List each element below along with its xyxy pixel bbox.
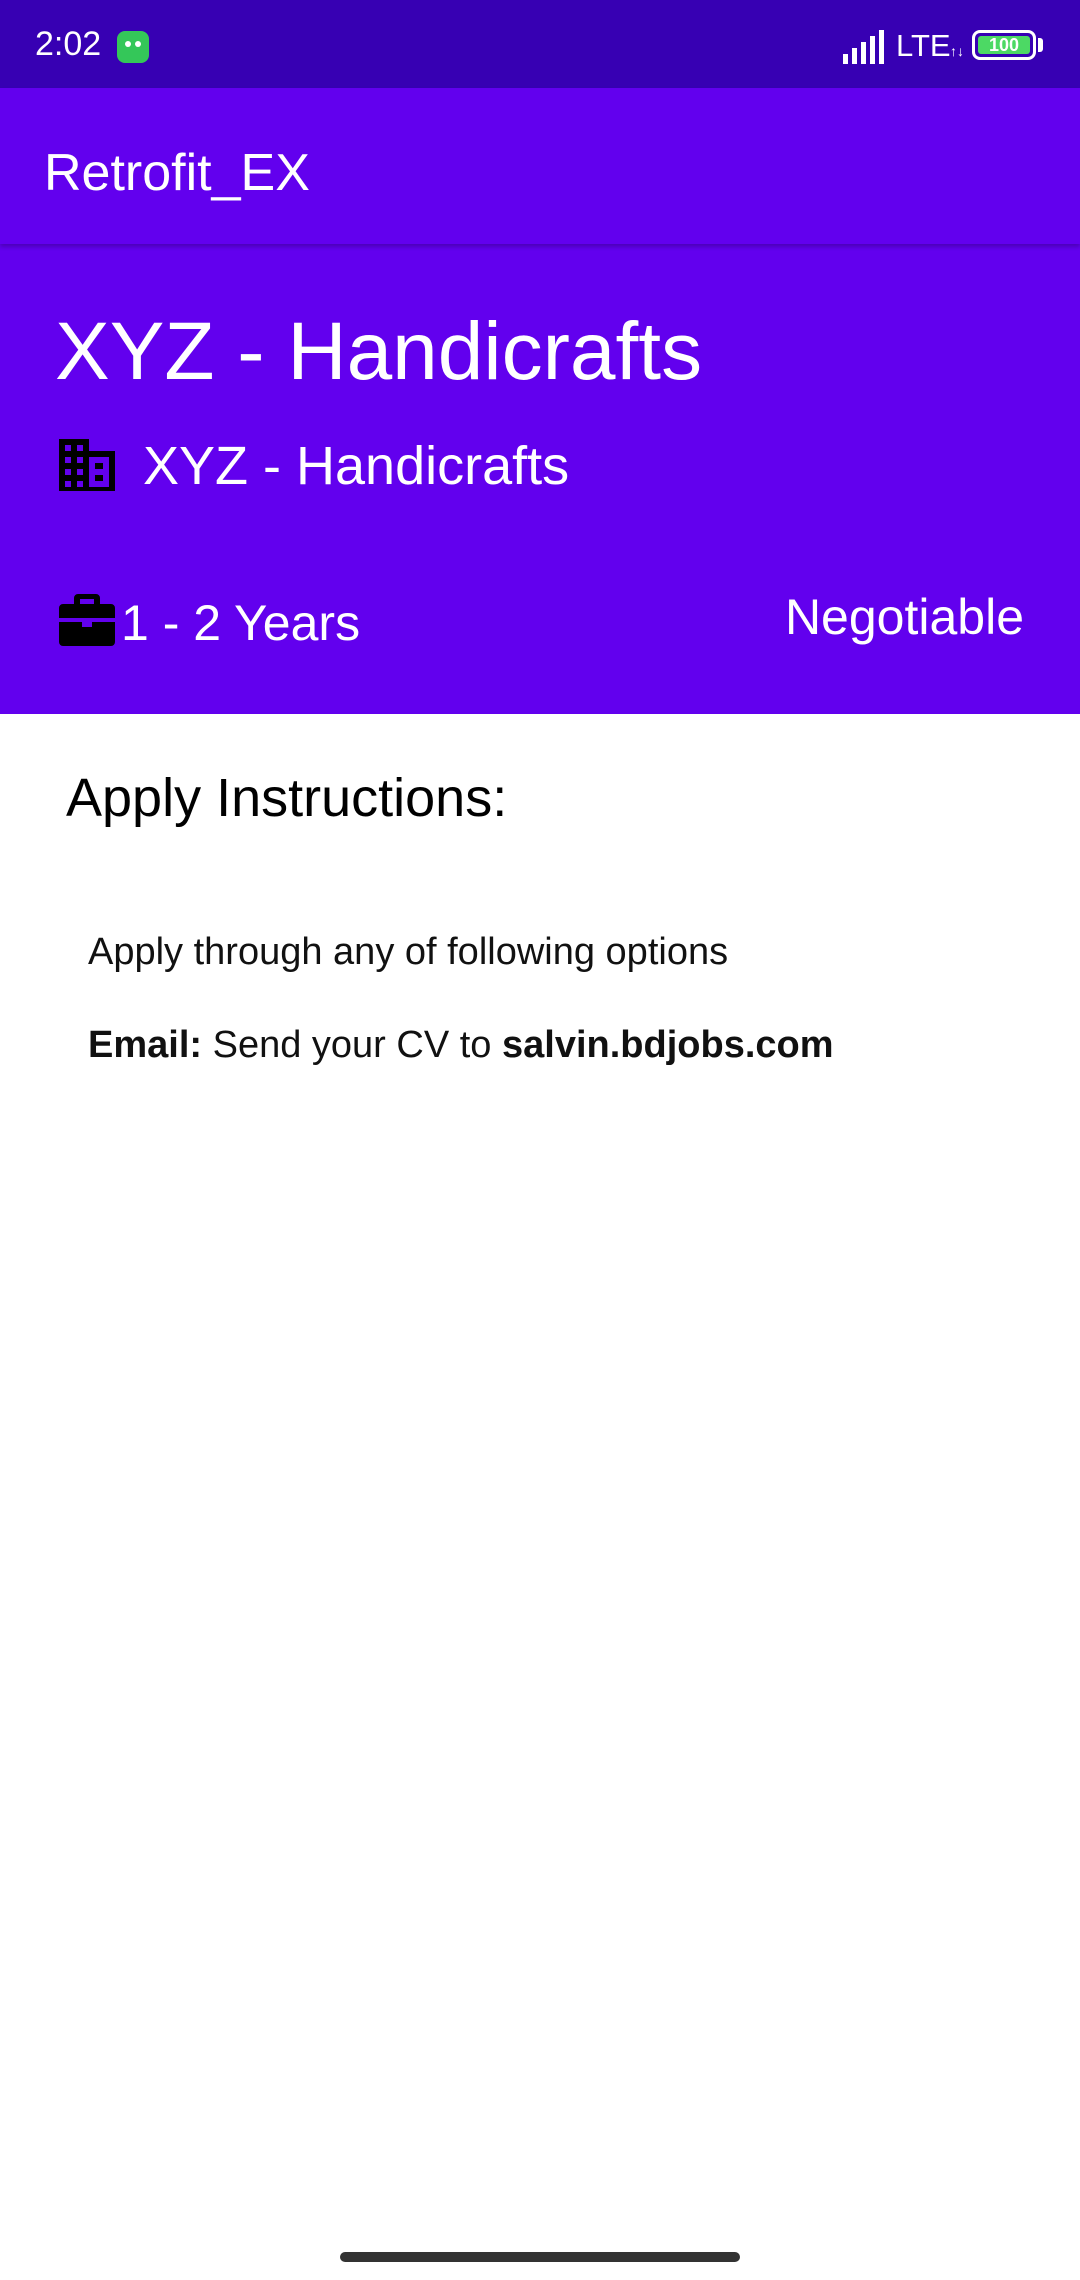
app-bar: Retrofit_EX [0, 88, 1080, 244]
email-text: Send your CV to [212, 1024, 492, 1066]
job-title: XYZ - Handicrafts [55, 306, 703, 397]
email-label: Email: [88, 1024, 203, 1066]
job-detail-screen: 2:02 LTE ↑↓ 100 Retrofit_EX XYZ - Handic… [0, 0, 1080, 2280]
battery-cap [1038, 38, 1043, 52]
email-address[interactable]: salvin.bdjobs.com [502, 1024, 834, 1066]
building-icon [59, 439, 115, 491]
signal-strength-icon [843, 30, 884, 64]
apply-instructions-heading: Apply Instructions: [66, 768, 508, 828]
battery-icon: 100 [972, 30, 1036, 60]
apply-instructions-text: Apply through any of following options [88, 931, 729, 973]
app-title: Retrofit_EX [44, 144, 310, 202]
job-header: XYZ - Handicrafts XYZ - Handicrafts 1 - … [0, 244, 1080, 714]
status-time: 2:02 [35, 25, 102, 63]
apply-email-line: Email: Send your CV to salvin.bdjobs.com [88, 1021, 834, 1069]
status-bar: 2:02 LTE ↑↓ 100 [0, 0, 1080, 88]
salary: Negotiable [784, 589, 1024, 645]
battery-level: 100 [988, 35, 1020, 55]
network-type: LTE [896, 28, 951, 63]
experience-requirement: 1 - 2 Years [121, 595, 361, 651]
android-robot-icon [117, 31, 149, 63]
data-activity-icon: ↑↓ [950, 43, 964, 59]
home-gesture-bar[interactable] [340, 2252, 740, 2262]
company-name: XYZ - Handicrafts [143, 436, 570, 496]
briefcase-icon [59, 594, 115, 646]
